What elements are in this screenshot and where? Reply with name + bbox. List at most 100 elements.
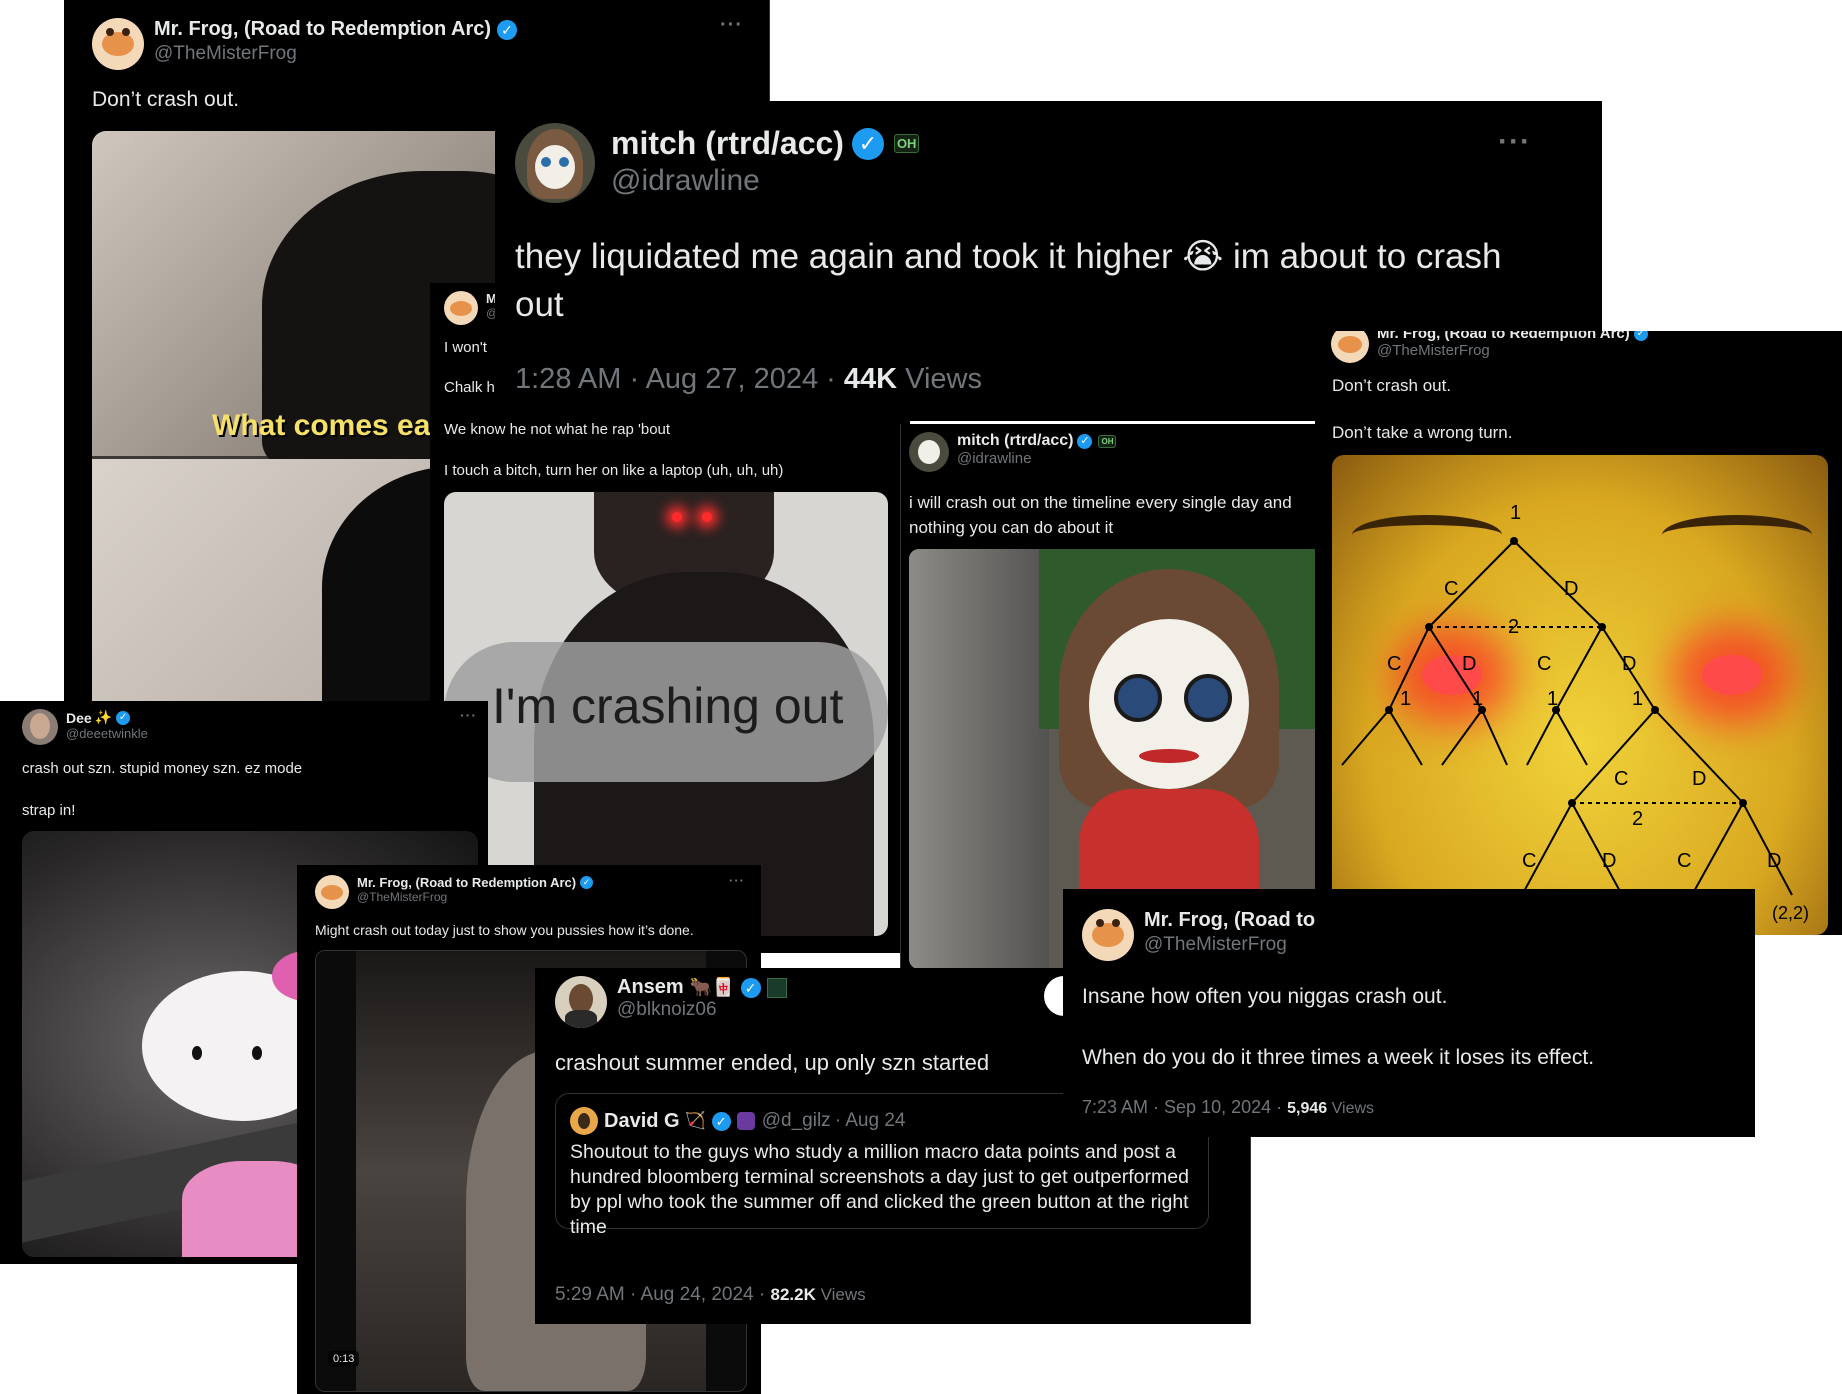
tweet-line-2: strap in! — [22, 802, 76, 819]
views-label: Views — [815, 1285, 866, 1304]
bow-arrow-icon: 🏹 — [684, 1111, 706, 1130]
views-label: Views — [897, 363, 982, 395]
video-duration: 0:13 — [328, 1351, 360, 1367]
verified-icon: ✓ — [116, 710, 131, 725]
quoted-display-name[interactable]: David G — [604, 1110, 680, 1133]
bull-mahjong-icon: 🐂🀄 — [689, 977, 735, 997]
red-eye-icon — [702, 512, 712, 522]
meme-caption: What comes ea — [212, 409, 431, 442]
game-tree-image[interactable]: 1CD2CDCD1111CD2CDCD (3,3)(1,4)(4,1)(2,2) — [1332, 455, 1828, 935]
avatar[interactable] — [315, 875, 349, 909]
tweet-text: crashout summer ended, up only szn start… — [555, 1050, 990, 1075]
tweet-line-1: Insane how often you niggas crash out. — [1082, 985, 1448, 1008]
avatar[interactable] — [909, 432, 949, 472]
tweet-frog-gametree[interactable]: Mr. Frog, (Road to Redemption Arc) ✓ @Th… — [1315, 331, 1842, 935]
avatar[interactable] — [444, 291, 478, 325]
tweet-text: Don’t crash out. — [92, 88, 240, 111]
avatar[interactable] — [92, 18, 144, 70]
display-name[interactable]: mitch (rtrd/acc) — [957, 432, 1073, 450]
handle[interactable]: @deeetwinkle — [66, 726, 148, 741]
timestamp[interactable]: 1:28 AM · Aug 27, 2024 · — [515, 363, 844, 395]
affiliate-badge[interactable]: OH — [1098, 434, 1117, 448]
display-name[interactable]: Dee — [66, 710, 92, 726]
verified-icon: ✓ — [740, 977, 761, 998]
tweet-line-2: When do you do it three times a week it … — [1082, 1046, 1595, 1069]
verified-icon: ✓ — [1633, 331, 1648, 341]
display-name[interactable]: Mr. Frog, (Road to — [1144, 909, 1315, 932]
handle[interactable]: @blknoiz06 — [617, 999, 787, 1021]
verified-icon: ✓ — [580, 876, 594, 889]
tree-label: C — [1677, 850, 1691, 872]
lyric-line-2: Chalk h — [444, 379, 495, 396]
eye-icon — [1184, 674, 1232, 722]
tweet-text: they liquidated me again and took it hig… — [515, 237, 1502, 324]
tweet-line-2: Don’t take a wrong turn. — [1332, 423, 1513, 442]
verified-icon: ✓ — [711, 1111, 731, 1131]
handle[interactable]: @idrawline — [957, 450, 1116, 467]
affiliate-badge[interactable]: OH — [893, 134, 920, 153]
display-name[interactable]: Ansem — [617, 976, 684, 999]
tree-label: C — [1614, 768, 1628, 790]
views-label: Views — [1327, 1100, 1375, 1117]
handle[interactable]: @TheMisterFrog — [154, 43, 517, 65]
tree-label: 1 — [1510, 502, 1521, 524]
handle[interactable]: @TheMisterFrog — [1144, 934, 1315, 956]
lyric-line-4: I touch a bitch, turn her on like a lapt… — [444, 462, 784, 479]
tree-label: 1 — [1400, 688, 1411, 710]
timestamp[interactable]: 7:23 AM · Sep 10, 2024 · — [1082, 1097, 1287, 1117]
tree-label: C — [1444, 578, 1458, 600]
game-tree-diagram: 1CD2CDCD1111CD2CDCD (3,3)(1,4)(4,1)(2,2) — [1341, 502, 1809, 923]
tree-label: D — [1767, 850, 1781, 872]
avatar[interactable] — [22, 709, 58, 745]
tree-label: D — [1622, 653, 1636, 675]
sparkle-icon: ✨ — [94, 709, 113, 725]
lyric-line-1: I won't — [444, 339, 487, 356]
view-count: 82.2K — [770, 1285, 816, 1304]
handle[interactable]: @TheMisterFrog — [1377, 342, 1648, 359]
avatar[interactable] — [570, 1107, 598, 1135]
tree-label: 1 — [1632, 688, 1643, 710]
display-name[interactable]: Mr. Frog, (Road to Redemption Arc) — [1377, 331, 1630, 342]
tree-label: D — [1692, 768, 1706, 790]
tree-label: D — [1462, 653, 1476, 675]
verified-icon: ✓ — [497, 19, 518, 40]
tweet-line-1: crash out szn. stupid money szn. ez mode — [22, 760, 303, 777]
payoff-label: (2,2) — [1772, 903, 1809, 923]
tree-label: C — [1522, 850, 1536, 872]
tree-label: D — [1564, 578, 1578, 600]
tweet-meta: 7:23 AM · Sep 10, 2024 · 5,946 Views — [1082, 1097, 1374, 1118]
avatar[interactable] — [555, 976, 607, 1028]
tweet-line-1: Don’t crash out. — [1332, 376, 1452, 395]
red-eye-icon — [672, 512, 682, 522]
verified-icon: ✓ — [1077, 433, 1093, 449]
tweet-text: Might crash out today just to show you p… — [315, 922, 694, 938]
tree-label: 2 — [1632, 808, 1643, 830]
avatar[interactable] — [515, 123, 595, 203]
view-count: 44K — [843, 363, 898, 395]
more-options-icon[interactable]: ··· — [729, 873, 745, 888]
view-count: 5,946 — [1287, 1100, 1328, 1117]
handle[interactable]: @idrawline — [611, 164, 919, 198]
verified-icon: ✓ — [851, 127, 884, 160]
timestamp[interactable]: 5:29 AM · Aug 24, 2024 · — [555, 1284, 770, 1305]
affiliate-icon — [766, 977, 787, 998]
display-name[interactable]: mitch (rtrd/acc) — [611, 125, 844, 162]
avatar[interactable] — [1082, 909, 1134, 961]
more-options-icon[interactable]: ··· — [1498, 125, 1531, 159]
more-options-icon[interactable]: ··· — [720, 14, 743, 37]
tweet-meta: 5:29 AM · Aug 24, 2024 · 82.2K Views — [555, 1284, 866, 1306]
handle[interactable]: @TheMisterFrog — [357, 890, 593, 904]
display-name[interactable]: Mr. Frog, (Road to Redemption Arc) — [357, 875, 576, 890]
eye-icon — [1114, 674, 1162, 722]
tweet-text: i will crash out on the timeline every s… — [909, 493, 1292, 537]
more-options-icon[interactable]: ··· — [460, 707, 477, 723]
tree-label: 1 — [1547, 688, 1558, 710]
avatar[interactable] — [1331, 331, 1369, 363]
tree-label: 2 — [1508, 616, 1519, 638]
quoted-date[interactable]: · Aug 24 — [835, 1110, 906, 1132]
tweet-frog-insane[interactable]: Mr. Frog, (Road to @TheMisterFrog Insane… — [1063, 889, 1755, 1137]
tweet-mitch-timeline[interactable]: mitch (rtrd/acc) ✓ OH @idrawline i will … — [900, 424, 1320, 969]
tree-label: C — [1387, 653, 1401, 675]
quoted-handle[interactable]: @d_gilz — [762, 1110, 831, 1132]
display-name[interactable]: Mr. Frog, (Road to Redemption Arc) — [154, 18, 491, 41]
